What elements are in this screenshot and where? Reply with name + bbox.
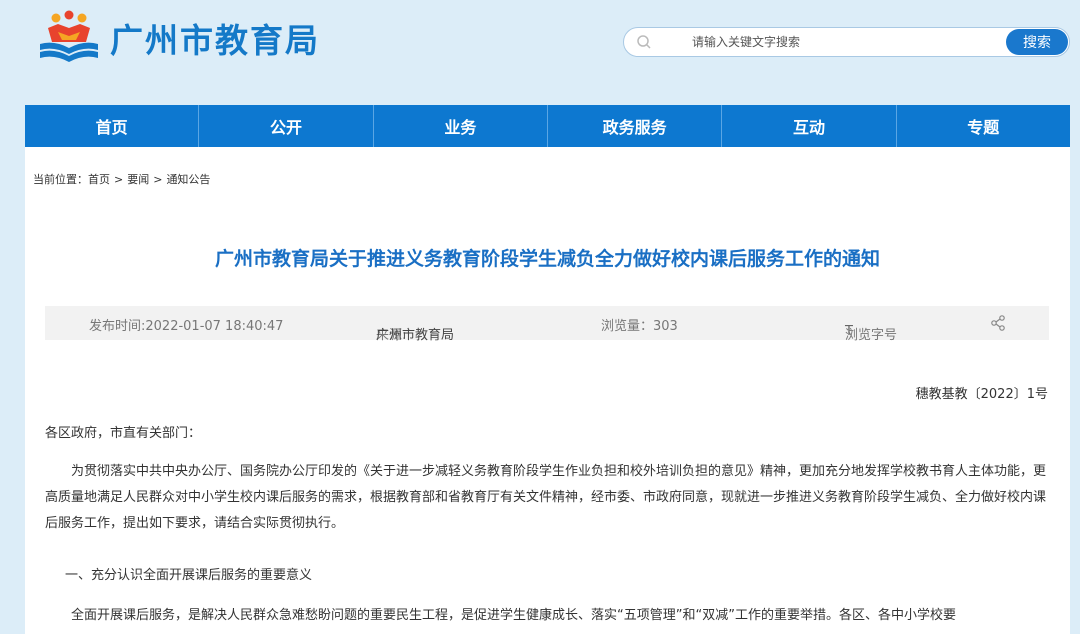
- font-size-label: 浏览字号: [845, 328, 898, 343]
- breadcrumb-news[interactable]: 要闻: [127, 173, 149, 186]
- search-button[interactable]: 搜索: [1006, 29, 1068, 55]
- logo-emblem-icon: [40, 10, 98, 62]
- nav-item-business[interactable]: 业务: [374, 105, 548, 147]
- nav-item-topics[interactable]: 专题: [897, 105, 1070, 147]
- nav-item-gov-services[interactable]: 政务服务: [548, 105, 723, 147]
- breadcrumb-separator: >: [153, 173, 163, 186]
- search-input[interactable]: [664, 32, 994, 52]
- share-icon[interactable]: [989, 314, 1007, 332]
- search-bar: 搜索: [623, 27, 1070, 57]
- breadcrumb-prefix: 当前位置：: [33, 173, 88, 186]
- nav-item-public[interactable]: 公开: [199, 105, 374, 147]
- breadcrumb-separator: >: [114, 173, 124, 186]
- document-number: 穗教基教〔2022〕1号: [915, 387, 1048, 402]
- article-paragraph: 全面开展课后服务，是解决人民群众急难愁盼问题的重要民生工程，是促进学生健康成长、…: [71, 608, 956, 623]
- source-value: 广州市教育局: [376, 328, 455, 343]
- article-meta-bar: 发布时间:2022-01-07 18:40:47 来源: 广州市教育局 浏览量：…: [45, 306, 1049, 343]
- site-name: 广州市教育局: [110, 21, 320, 60]
- article-paragraph: 为贯彻落实中共中央办公厅、国务院办公厅印发的《关于进一步减轻义务教育阶段学生作业…: [45, 464, 1047, 531]
- nav-item-interaction[interactable]: 互动: [722, 105, 897, 147]
- nav-item-home[interactable]: 首页: [25, 105, 200, 147]
- site-logo[interactable]: 广州市教育局: [36, 10, 320, 66]
- site-header: 广州市教育局 搜索: [0, 0, 1080, 104]
- view-count: 浏览量：303: [601, 319, 678, 334]
- article-title: 广州市教育局关于推进义务教育阶段学生减负全力做好校内课后服务工作的通知: [214, 248, 880, 270]
- breadcrumb-home[interactable]: 首页: [88, 173, 110, 186]
- publish-time: 发布时间:2022-01-07 18:40:47: [89, 319, 284, 334]
- article-section-heading: 一、充分认识全面开展课后服务的重要意义: [65, 568, 313, 583]
- main-nav: 首页 公开 业务 政务服务 互动 专题: [25, 105, 1070, 147]
- search-icon: [637, 35, 651, 49]
- content-panel: 当前位置：首页 > 要闻 > 通知公告 广州市教育局关于推进义务教育阶段学生减负全力做好…: [25, 147, 1070, 634]
- article-paragraph: 各区政府，市直有关部门：: [45, 426, 202, 441]
- breadcrumb: 当前位置：首页 > 要闻 > 通知公告: [33, 171, 210, 187]
- breadcrumb-notices[interactable]: 通知公告: [166, 173, 210, 186]
